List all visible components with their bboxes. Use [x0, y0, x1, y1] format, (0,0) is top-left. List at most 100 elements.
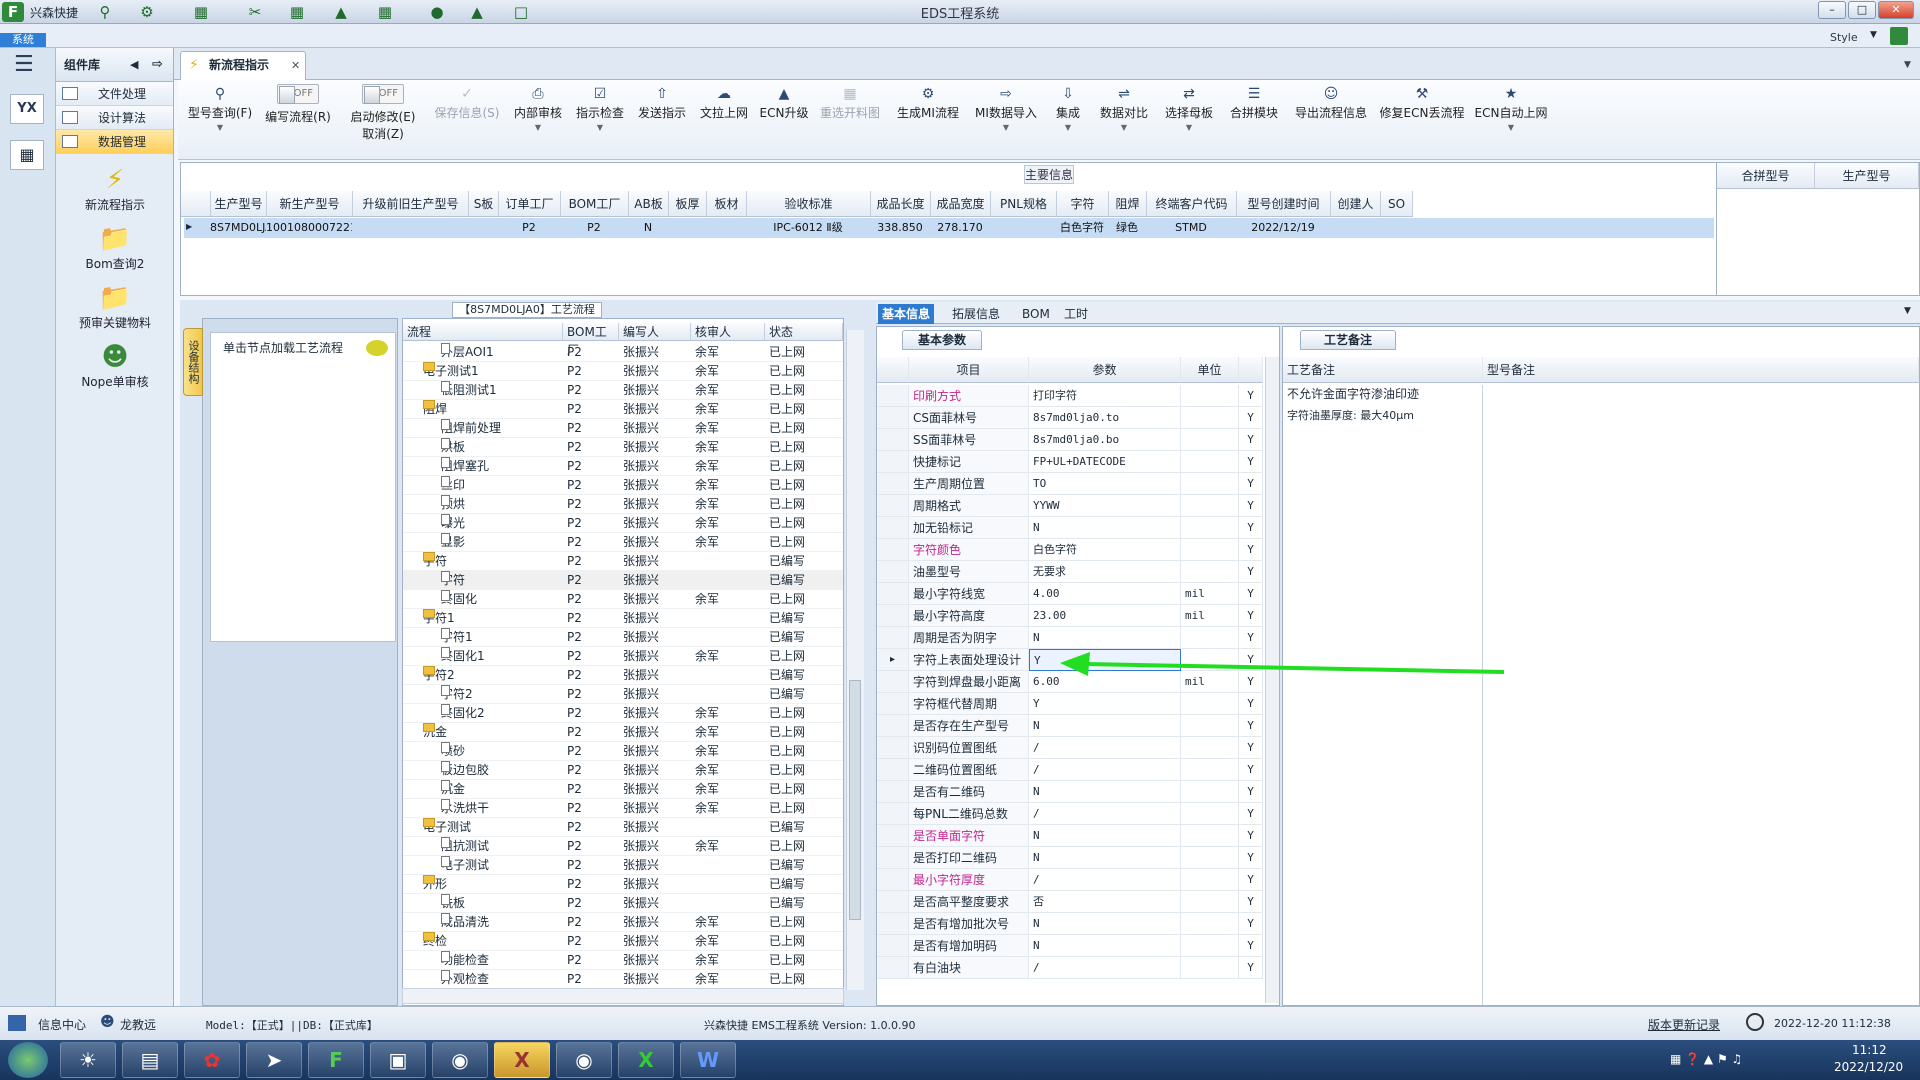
- tree-row[interactable]: 铣板 P2 张振兴 已编写: [403, 894, 843, 913]
- tree-row[interactable]: 电子测试 P2 张振兴 已编写: [403, 856, 843, 875]
- row-indicator[interactable]: [877, 891, 909, 913]
- param-value[interactable]: Y: [1029, 693, 1181, 715]
- row-indicator[interactable]: [877, 803, 909, 825]
- col-header[interactable]: 状态: [765, 323, 843, 341]
- taskbar-browser-icon[interactable]: ✿: [184, 1042, 240, 1078]
- compose-button[interactable]: ⇩ 集成 ▼: [1046, 84, 1090, 132]
- equipment-structure-tab[interactable]: 设备结构: [183, 328, 203, 396]
- tree-row[interactable]: 阻焊前处理 P2 张振兴 余军 已上网: [403, 419, 843, 438]
- tree-horizontal-scrollbar[interactable]: [402, 988, 844, 1004]
- row-indicator[interactable]: [877, 583, 909, 605]
- chevron-down-icon[interactable]: ▼: [1870, 30, 1877, 40]
- tree-row[interactable]: 曝光 P2 张振兴 余军 已上网: [403, 514, 843, 533]
- sidebar-item-data-management[interactable]: 数据管理: [56, 130, 173, 154]
- tab-close-icon[interactable]: ✕: [291, 52, 300, 79]
- param-value[interactable]: 8s7md0lja0.to: [1029, 407, 1181, 429]
- param-value[interactable]: 白色字符: [1029, 539, 1181, 561]
- generate-mi-button[interactable]: ⚙ 生成MI流程: [892, 84, 964, 121]
- tree-row[interactable]: -终检 P2 张振兴 余军 已上网: [403, 932, 843, 951]
- col-header[interactable]: 型号备注: [1483, 357, 1919, 383]
- write-flow-toggle[interactable]: OFF 编写流程(R): [262, 84, 334, 125]
- col-header[interactable]: 合拼型号: [1717, 163, 1815, 189]
- merge-module-button[interactable]: ☰ 合拼模块: [1224, 84, 1284, 121]
- basic-params-tab[interactable]: 基本参数: [902, 330, 982, 350]
- param-value[interactable]: 23.00: [1029, 605, 1181, 627]
- row-indicator[interactable]: [877, 737, 909, 759]
- tree-row[interactable]: 板边包胶 P2 张振兴 余军 已上网: [403, 761, 843, 780]
- exit-icon[interactable]: ⇨: [152, 48, 163, 82]
- tree-row[interactable]: 字符2 P2 张振兴 已编写: [403, 685, 843, 704]
- tree-row[interactable]: 显影 P2 张振兴 余军 已上网: [403, 533, 843, 552]
- param-value[interactable]: N: [1029, 781, 1181, 803]
- tool-nope-review[interactable]: ☻ Nope单审核: [56, 341, 174, 390]
- param-value[interactable]: 无要求: [1029, 561, 1181, 583]
- tab-new-flow-instruction[interactable]: ⚡ 新流程指示 ✕: [180, 51, 306, 80]
- export-flow-button[interactable]: ☺ 导出流程信息: [1288, 84, 1374, 121]
- param-value[interactable]: N: [1029, 847, 1181, 869]
- row-indicator[interactable]: [877, 385, 909, 407]
- col-header-flag[interactable]: [1239, 357, 1263, 383]
- calendar-module-icon[interactable]: ▦: [10, 140, 44, 170]
- tab-list-chevron-icon[interactable]: ▼: [1904, 60, 1911, 70]
- row-indicator[interactable]: [877, 495, 909, 517]
- tab-basic-info[interactable]: 基本信息: [878, 304, 935, 324]
- mi-import-button[interactable]: ⇨ MI数据导入 ▼: [970, 84, 1042, 132]
- row-indicator[interactable]: [877, 693, 909, 715]
- row-indicator[interactable]: [877, 957, 909, 979]
- tree-row[interactable]: 丝印 P2 张振兴 余军 已上网: [403, 476, 843, 495]
- internal-review-button[interactable]: ⎙ 内部审核 ▼: [510, 84, 566, 132]
- instruction-check-button[interactable]: ☑ 指示检查 ▼: [572, 84, 628, 132]
- row-indicator[interactable]: [877, 935, 909, 957]
- tree-row[interactable]: 功能检查 P2 张振兴 余军 已上网: [403, 951, 843, 970]
- row-indicator[interactable]: [877, 451, 909, 473]
- system-menu[interactable]: 系统: [0, 33, 46, 47]
- windows-grid-icon[interactable]: [8, 1015, 26, 1031]
- yx-module-icon[interactable]: YX: [10, 94, 44, 124]
- param-value[interactable]: YYWW: [1029, 495, 1181, 517]
- ecn-upgrade-button[interactable]: ▲ ECN升级: [758, 84, 810, 121]
- maximize-button[interactable]: □: [1848, 1, 1876, 19]
- tree-row[interactable]: 外层AOI1 P2 张振兴 余军 已上网: [403, 343, 843, 362]
- sidebar-item-design-algorithm[interactable]: 设计算法: [56, 106, 173, 130]
- tree-row[interactable]: -电子测试 P2 张振兴 已编写: [403, 818, 843, 837]
- tree-row[interactable]: -字符1 P2 张振兴 已编写: [403, 609, 843, 628]
- tree-row[interactable]: -外形 P2 张振兴 已编写: [403, 875, 843, 894]
- collapse-left-icon[interactable]: ◀: [130, 48, 138, 82]
- tree-row[interactable]: -字符 P2 张振兴 已编写: [403, 552, 843, 571]
- tree-row[interactable]: 阻抗测试 P2 张振兴 余军 已上网: [403, 837, 843, 856]
- chevron-down-icon[interactable]: ▼: [1904, 306, 1911, 316]
- row-indicator[interactable]: [877, 605, 909, 627]
- fix-ecn-button[interactable]: ⚒ 修复ECN丢流程: [1378, 84, 1466, 121]
- tree-row[interactable]: -阻焊 P2 张振兴 余军 已上网: [403, 400, 843, 419]
- ecn-auto-upload-button[interactable]: ★ ECN自动上网 ▼: [1470, 84, 1552, 132]
- param-value[interactable]: /: [1029, 957, 1181, 979]
- tool-new-flow-instruction[interactable]: ⚡ 新流程指示: [56, 164, 174, 213]
- row-indicator[interactable]: [877, 847, 909, 869]
- param-value[interactable]: N: [1029, 517, 1181, 539]
- taskbar-eye-icon[interactable]: ◉: [432, 1042, 488, 1078]
- taskbar-word-icon[interactable]: W: [680, 1042, 736, 1078]
- col-header[interactable]: 工艺备注: [1283, 357, 1483, 383]
- param-value[interactable]: 8s7md0lja0.bo: [1029, 429, 1181, 451]
- tool-prereview-materials[interactable]: 📁 预审关键物料: [56, 282, 174, 331]
- col-header[interactable]: 单位: [1181, 357, 1239, 383]
- col-header[interactable]: 项目: [909, 357, 1029, 383]
- param-value[interactable]: N: [1029, 825, 1181, 847]
- tree-row[interactable]: 字符 P2 张振兴 已编写: [403, 571, 843, 590]
- taskbar-messenger-icon[interactable]: ➤: [246, 1042, 302, 1078]
- tree-row[interactable]: -沉金 P2 张振兴 余军 已上网: [403, 723, 843, 742]
- data-compare-button[interactable]: ⇌ 数据对比 ▼: [1094, 84, 1154, 132]
- tree-row[interactable]: 字符1 P2 张振兴 已编写: [403, 628, 843, 647]
- tool-bom-query2[interactable]: 📁 Bom查询2: [56, 223, 174, 272]
- taskbar-save-icon[interactable]: ▣: [370, 1042, 426, 1078]
- start-button[interactable]: [8, 1042, 48, 1078]
- col-header[interactable]: 核审人: [691, 323, 765, 341]
- tree-row[interactable]: 预烘 P2 张振兴 余军 已上网: [403, 495, 843, 514]
- col-header[interactable]: BOM工厂: [563, 323, 619, 357]
- close-button[interactable]: ✕: [1878, 1, 1914, 19]
- param-value[interactable]: /: [1029, 803, 1181, 825]
- tree-row[interactable]: 喷砂 P2 张振兴 余军 已上网: [403, 742, 843, 761]
- start-modify-toggle[interactable]: OFF 启动修改(E) 取消(Z): [346, 84, 420, 142]
- tree-row[interactable]: 水洗烘干 P2 张振兴 余军 已上网: [403, 799, 843, 818]
- col-header[interactable]: 生产型号: [1815, 163, 1919, 189]
